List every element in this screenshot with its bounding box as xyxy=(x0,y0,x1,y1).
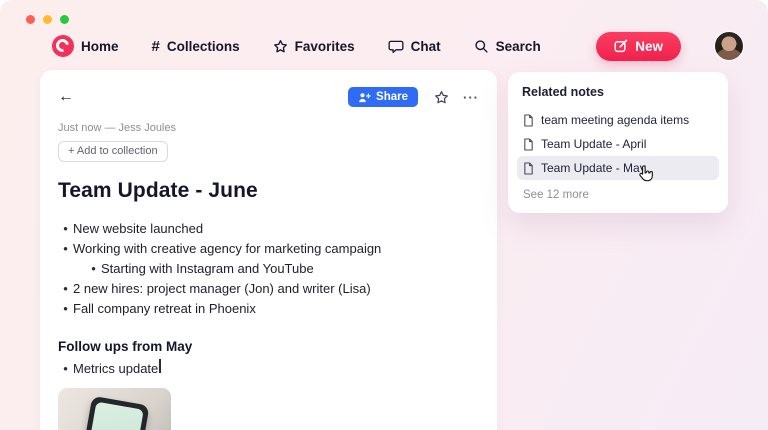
nav-collections[interactable]: # Collections xyxy=(152,39,240,54)
photo-phone-screen xyxy=(80,402,144,430)
app-logo-icon xyxy=(52,35,74,57)
zoom-window-button[interactable] xyxy=(60,15,69,24)
bullet-list: • New website launched • Working with cr… xyxy=(58,219,479,319)
bullet-marker: • xyxy=(58,359,73,379)
note-section-heading[interactable]: Follow ups from May xyxy=(58,339,479,354)
new-note-button[interactable]: New xyxy=(596,32,681,61)
related-notes-panel: Related notes team meeting agenda items … xyxy=(508,72,728,213)
nav-search-label: Search xyxy=(496,39,541,54)
note-title[interactable]: Team Update - June xyxy=(58,179,479,203)
bullet-item[interactable]: • Working with creative agency for marke… xyxy=(58,239,479,259)
bullet-marker: • xyxy=(86,259,101,279)
add-to-collection-button[interactable]: + Add to collection xyxy=(58,141,168,162)
bullet-marker: • xyxy=(58,239,73,259)
bullet-item[interactable]: • New website launched xyxy=(58,219,479,239)
photo-phone-shape xyxy=(74,396,149,430)
minimize-window-button[interactable] xyxy=(43,15,52,24)
top-nav: Home # Collections Favorites Chat Search xyxy=(0,28,768,64)
favorite-note-button[interactable] xyxy=(434,90,449,105)
bullet-marker: • xyxy=(58,299,73,319)
user-avatar[interactable] xyxy=(714,31,744,61)
close-window-button[interactable] xyxy=(26,15,35,24)
window-controls xyxy=(26,15,69,24)
nav-chat[interactable]: Chat xyxy=(388,39,441,54)
related-note-label: Team Update - May xyxy=(541,161,646,175)
bullet-text: Working with creative agency for marketi… xyxy=(73,239,381,259)
bullet-text: Starting with Instagram and YouTube xyxy=(101,259,314,279)
bullet-item[interactable]: • Fall company retreat in Phoenix xyxy=(58,299,479,319)
note-meta: Just now — Jess Joules xyxy=(58,122,479,134)
nav-collections-label: Collections xyxy=(167,39,240,54)
share-label: Share xyxy=(376,91,408,103)
bullet-text: New website launched xyxy=(73,219,203,239)
document-icon xyxy=(523,114,534,127)
note-editor: ← Share ··· Just now — Jess Joules + Add… xyxy=(40,70,497,430)
bullet-marker: • xyxy=(58,219,73,239)
search-icon xyxy=(474,39,489,54)
related-notes-title: Related notes xyxy=(517,82,719,108)
compose-icon xyxy=(614,39,628,53)
app-window: Home # Collections Favorites Chat Search xyxy=(0,0,768,430)
note-toolbar: ← Share ··· xyxy=(58,85,479,109)
see-more-link[interactable]: See 12 more xyxy=(517,180,719,201)
bullet-marker: • xyxy=(58,279,73,299)
bullet-text: Fall company retreat in Phoenix xyxy=(73,299,256,319)
new-note-label: New xyxy=(635,39,663,54)
star-icon xyxy=(273,39,288,54)
nav-chat-label: Chat xyxy=(411,39,441,54)
bullet-item[interactable]: • Metrics update xyxy=(58,359,479,379)
related-note-item[interactable]: Team Update - April xyxy=(517,132,719,156)
related-note-label: team meeting agenda items xyxy=(541,113,689,127)
nav-search[interactable]: Search xyxy=(474,39,541,54)
document-icon xyxy=(523,138,534,151)
related-note-item[interactable]: team meeting agenda items xyxy=(517,108,719,132)
note-image[interactable] xyxy=(58,388,171,430)
back-button[interactable]: ← xyxy=(58,89,74,105)
share-person-icon xyxy=(358,92,371,103)
nav-home-label: Home xyxy=(81,39,119,54)
nav-home[interactable]: Home xyxy=(52,35,119,57)
bullet-text: Metrics update xyxy=(73,359,158,379)
more-options-button[interactable]: ··· xyxy=(463,90,479,105)
bullet-item[interactable]: • 2 new hires: project manager (Jon) and… xyxy=(58,279,479,299)
bullet-text: 2 new hires: project manager (Jon) and w… xyxy=(73,279,371,299)
related-note-label: Team Update - April xyxy=(541,137,646,151)
chat-icon xyxy=(388,39,404,54)
related-note-item-hovered[interactable]: Team Update - May xyxy=(517,156,719,180)
share-button[interactable]: Share xyxy=(348,87,418,107)
bullet-item-nested[interactable]: • Starting with Instagram and YouTube xyxy=(86,259,479,279)
hash-icon: # xyxy=(152,39,160,54)
text-caret xyxy=(159,359,161,373)
nav-favorites-label: Favorites xyxy=(295,39,355,54)
document-icon xyxy=(523,162,534,175)
nav-favorites[interactable]: Favorites xyxy=(273,39,355,54)
